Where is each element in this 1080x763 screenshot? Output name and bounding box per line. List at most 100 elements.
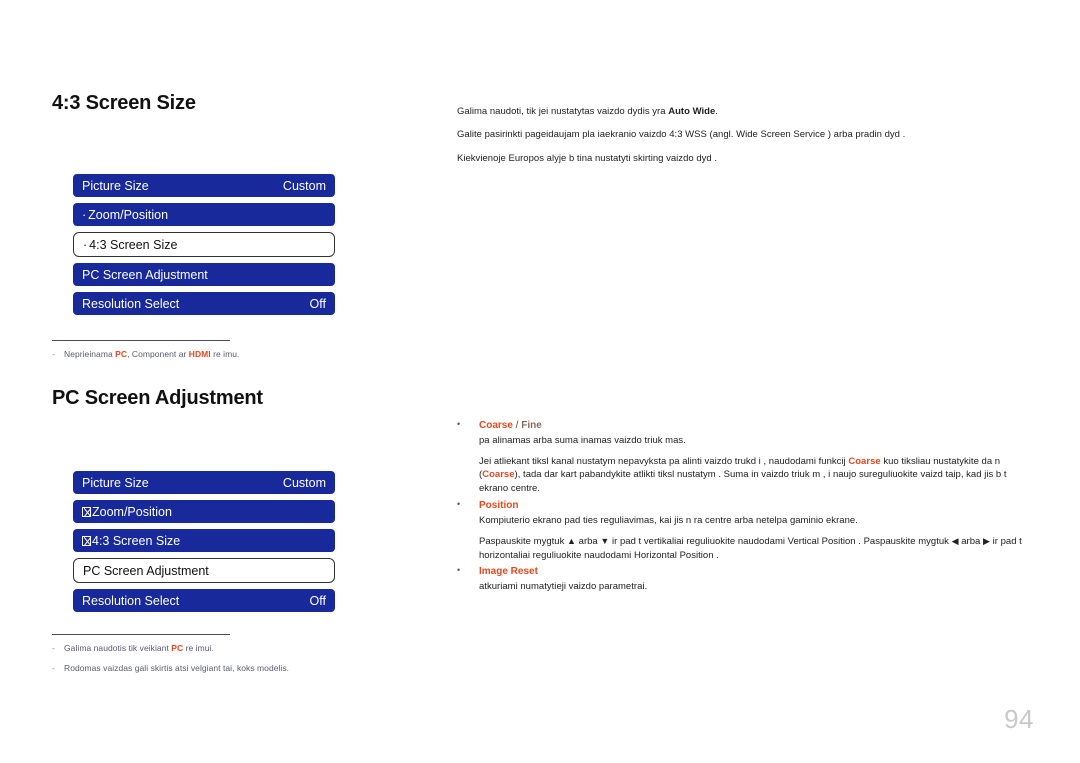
osd-menu-item[interactable]: Resolution Select Off [73, 589, 335, 613]
manual-page: 4:3 Screen Size Picture Size Custom · Zoom/… [0, 0, 1080, 763]
osd-item-label: PC Screen Adjustment [82, 267, 208, 282]
feature-paragraph: pa alinamas arba suma inamas vaizdo triu… [479, 434, 1032, 448]
osd-item-label: Zoom/Position [88, 207, 169, 222]
text-run: Coarse [479, 419, 513, 431]
feature-item: • Image Reset atkuriami numatytieji vaizdo… [457, 564, 1032, 594]
footnote-dash: - [52, 643, 55, 654]
osd-menu-item[interactable]: Picture Size Custom [73, 471, 335, 495]
osd-menu-item[interactable]: 4:3 Screen Size [73, 529, 335, 553]
osd-menu-item[interactable]: · Zoom/Position [73, 203, 335, 226]
osd-menu-item[interactable]: · 4:3 Screen Size [73, 232, 335, 257]
feature-paragraph: Kompiuterio ekrano pad ties reguliavimas… [479, 514, 1032, 528]
text-run: , Component ar [127, 349, 189, 359]
text-run: ▼ [600, 535, 610, 546]
feature-body: Image Reset atkuriami numatytieji vaizdo … [479, 564, 1032, 594]
text-run: Coarse [848, 455, 881, 467]
text-run: re imu. [210, 349, 240, 359]
osd-item-value: Off [309, 593, 326, 608]
feature-body: Position Kompiuterio ekrano pad ties regu… [479, 498, 1032, 562]
osd-item-label-wrap: Resolution Select [82, 594, 179, 608]
osd-item-prefix: · [83, 237, 88, 252]
intro-paragraphs: Galima naudoti, tik jei nustatytas vaizd… [457, 106, 1032, 166]
osd-item-value: Custom [282, 178, 326, 193]
footnote-item: - Neprieinama PC, Component ar HDMI re im… [52, 349, 422, 360]
osd-item-label: PC Screen Adjustment [83, 563, 209, 578]
text-run: Neprieinama [64, 349, 116, 359]
osd-menu-43-screen-size: Picture Size Custom · Zoom/Position · 4:3 Scr… [73, 174, 335, 315]
osd-item-label-wrap: PC Screen Adjustment [83, 564, 209, 578]
text-run: Paspauskite mygtuk [479, 535, 568, 547]
text-run: Auto Wide [668, 105, 716, 117]
feature-title: Position [479, 498, 1032, 513]
osd-menu-pc-screen-adjustment: Picture Size Custom Zoom/Position 4:3 Scree… [73, 471, 335, 613]
feature-item: • Position Kompiuterio ekrano pad ties reg… [457, 498, 1032, 562]
text-run: ), tada dar kart pabandykite atlikti tik… [479, 469, 1007, 495]
intro-paragraph: Galima naudoti, tik jei nustatytas vaizd… [457, 106, 1032, 119]
osd-menu-item[interactable]: Zoom/Position [73, 500, 335, 524]
feature-title: Coarse / Fine [479, 418, 1032, 433]
text-run: Jei atliekant tiksl kanal nustatym nepav… [479, 455, 849, 467]
osd-menu-item[interactable]: PC Screen Adjustment [73, 263, 335, 286]
footnote-text: Neprieinama PC, Component ar HDMI re imu… [64, 349, 422, 360]
osd-item-label-wrap: · 4:3 Screen Size [83, 238, 177, 252]
footnote-block-2: - Galima naudotis tik veikiant PC re imui… [52, 634, 422, 674]
footnote-item: - Rodomas vaizdas gali skirtis atsi velgi… [52, 663, 422, 674]
feature-title: Image Reset [479, 564, 1032, 579]
osd-item-label-wrap: Zoom/Position [82, 505, 172, 519]
footnote-dash: - [52, 663, 55, 674]
osd-item-label: Zoom/Position [92, 504, 172, 519]
text-run: Galite pasirinkti pageidaujam pla iaekra… [457, 129, 906, 141]
osd-item-label-wrap: Picture Size [82, 476, 149, 490]
text-run: ◀ [951, 535, 959, 546]
feature-paragraph: atkuriami numatytieji vaizdo parametrai. [479, 580, 1032, 594]
osd-item-label-wrap: Picture Size [82, 179, 149, 193]
text-run: Image Reset [479, 566, 538, 578]
footnote-dash: - [52, 349, 55, 359]
text-run: Position [479, 500, 519, 511]
footnote-text: Galima naudotis tik veikiant PC re imui. [64, 643, 422, 654]
text-run: Coarse [482, 469, 515, 481]
bullet-icon: • [457, 499, 461, 509]
osd-item-label: Picture Size [82, 475, 149, 490]
footnote-divider [52, 634, 230, 636]
osd-item-value: Off [309, 296, 326, 311]
text-run: / [512, 419, 522, 431]
text-run: Galima naudotis tik veikiant [64, 643, 172, 654]
text-run: PC [115, 349, 128, 359]
text-run: HDMI [188, 349, 211, 359]
text-run: ▶ [983, 535, 990, 546]
text-run: PC [171, 643, 184, 654]
text-run: ir pad t vertikaliai reguliuokite naudod… [609, 535, 952, 547]
osd-item-label-wrap: 4:3 Screen Size [82, 534, 180, 548]
osd-menu-item[interactable]: PC Screen Adjustment [73, 558, 335, 584]
page-number: 94 [1004, 704, 1034, 734]
text-run: Fine [521, 419, 542, 431]
text-run: atkuriami numatytieji vaizdo parametrai. [479, 581, 648, 593]
footnote-item: - Galima naudotis tik veikiant PC re imui… [52, 643, 422, 654]
osd-item-label-wrap: · Zoom/Position [82, 208, 168, 222]
osd-item-label: Picture Size [82, 178, 149, 193]
osd-menu-item[interactable]: Picture Size Custom [73, 174, 335, 197]
missing-glyph-icon [82, 535, 91, 546]
osd-item-label: 4:3 Screen Size [92, 533, 181, 548]
page-title-pc-screen-adjustment: PC Screen Adjustment [52, 387, 263, 410]
osd-item-label-wrap: PC Screen Adjustment [82, 268, 208, 282]
intro-paragraph: Kiekvienoje Europos alyje b tina nustaty… [457, 153, 1032, 166]
feature-list: • Coarse / Fine pa alinamas arba suma inam… [457, 418, 1032, 594]
feature-body: Coarse / Fine pa alinamas arba suma inama… [479, 418, 1032, 496]
text-run: re imui. [183, 643, 214, 654]
page-title-43-screen-size: 4:3 Screen Size [52, 92, 196, 114]
osd-item-label-wrap: Resolution Select [82, 297, 179, 311]
right-column: Galima naudoti, tik jei nustatytas vaizd… [457, 96, 1032, 596]
feature-paragraph: Jei atliekant tiksl kanal nustatym nepav… [479, 455, 1032, 496]
osd-item-label: Resolution Select [82, 593, 180, 608]
left-column: 4:3 Screen Size Picture Size Custom · Zoom/… [52, 92, 422, 683]
footnote-block-1: - Neprieinama PC, Component ar HDMI re im… [52, 340, 422, 360]
osd-item-prefix: · [82, 207, 87, 222]
text-run: ▲ [567, 535, 576, 546]
feature-paragraph: Paspauskite mygtuk ▲ arba ▼ ir pad t ver… [479, 535, 1032, 563]
footnote-text: Rodomas vaizdas gali skirtis atsi velgia… [64, 663, 422, 674]
osd-item-label: 4:3 Screen Size [89, 237, 178, 252]
osd-menu-item[interactable]: Resolution Select Off [73, 292, 335, 315]
osd-item-value: Custom [282, 475, 326, 490]
